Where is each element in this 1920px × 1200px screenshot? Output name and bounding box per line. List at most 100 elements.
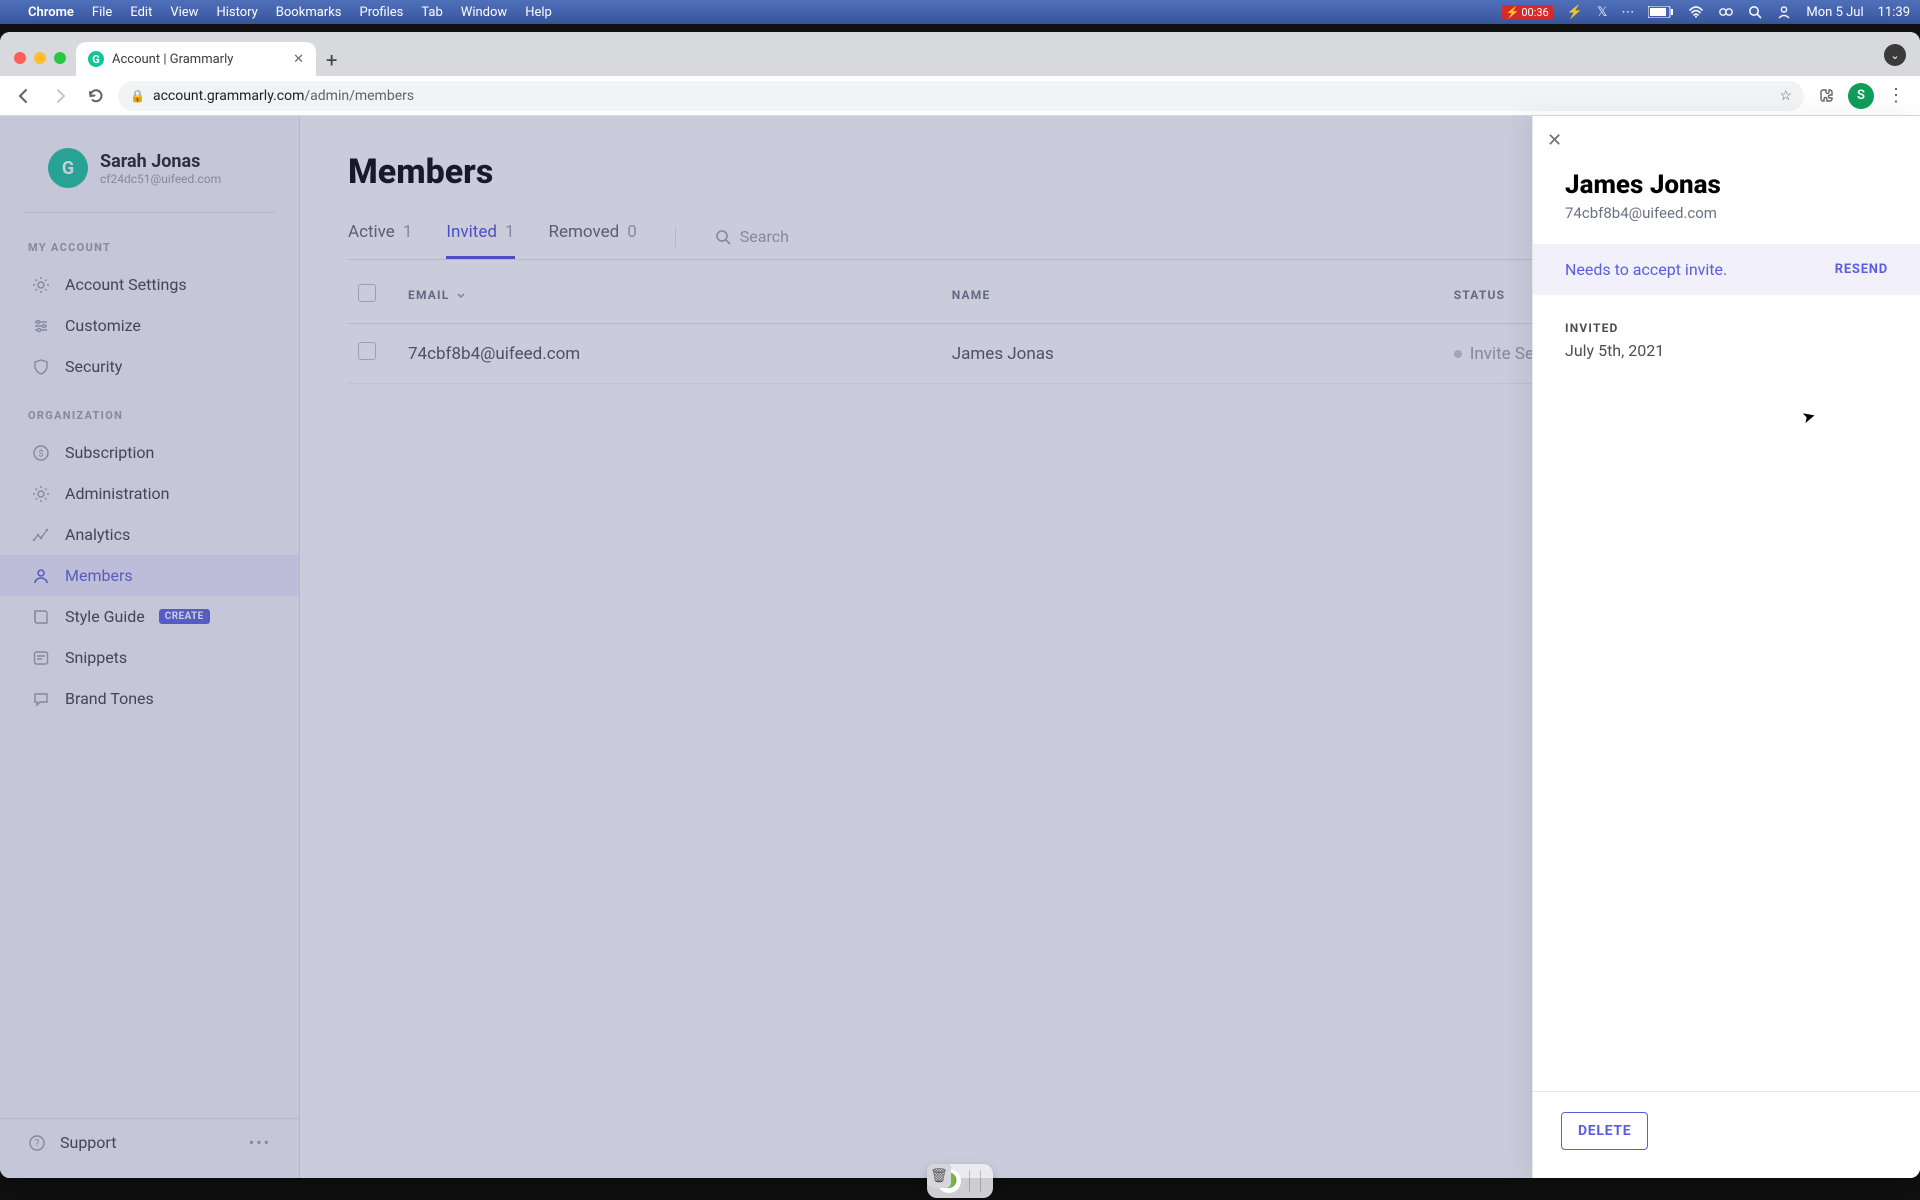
member-detail-drawer: ✕ James Jonas 74cbf8b4@uifeed.com Needs … — [1532, 116, 1920, 1178]
drawer-close-button[interactable]: ✕ — [1547, 130, 1562, 151]
mac-dock: 🔵 🟢 ① 📝 ⌁ 🌅 🖼 🗑 — [927, 1164, 993, 1198]
row-checkbox[interactable] — [358, 342, 376, 360]
sidebar-section-account: MY ACCOUNT — [0, 241, 299, 264]
sidebar-item-account-settings[interactable]: Account Settings — [0, 264, 299, 305]
window-close-button[interactable] — [14, 52, 26, 64]
sidebar-item-brand-tones[interactable]: Brand Tones — [0, 678, 299, 719]
mac-menu-view[interactable]: View — [170, 5, 198, 20]
sidebar-user-name: Sarah Jonas — [100, 151, 221, 172]
invited-label: INVITED — [1565, 321, 1888, 335]
sidebar-item-style-guide[interactable]: Style Guide CREATE — [0, 596, 299, 637]
users-icon[interactable] — [1776, 5, 1792, 19]
search-icon — [714, 228, 732, 246]
drawer-member-name: James Jonas — [1565, 170, 1888, 200]
sidebar-item-snippets[interactable]: Snippets — [0, 637, 299, 678]
more-icon[interactable]: ••• — [249, 1133, 271, 1152]
col-email[interactable]: EMAIL — [408, 288, 952, 302]
extensions-button[interactable] — [1812, 82, 1840, 110]
url-text: account.grammarly.com/admin/members — [153, 88, 414, 104]
sidebar-item-label: Customize — [65, 316, 141, 335]
mac-menu-help[interactable]: Help — [525, 5, 552, 20]
window-minimize-button[interactable] — [34, 52, 46, 64]
dollar-icon: $ — [31, 444, 51, 462]
chrome-menu-button[interactable]: ⋮ — [1882, 82, 1910, 110]
gear-icon — [31, 485, 51, 503]
sidebar-item-members[interactable]: Members — [0, 555, 299, 596]
sidebar-item-label: Snippets — [65, 648, 127, 667]
wifi-icon[interactable] — [1688, 6, 1704, 18]
analytics-icon — [31, 526, 51, 544]
member-search[interactable]: Search — [714, 227, 789, 246]
nav-reload-button[interactable] — [82, 82, 110, 110]
svg-text:?: ? — [35, 1138, 40, 1149]
tab-close-icon[interactable]: ✕ — [293, 52, 304, 67]
chrome-tabstrip: G Account | Grammarly ✕ + ⌄ — [0, 32, 1920, 76]
col-name[interactable]: NAME — [952, 288, 1454, 302]
sidebar-item-administration[interactable]: Administration — [0, 473, 299, 514]
sidebar-item-analytics[interactable]: Analytics — [0, 514, 299, 555]
mac-time[interactable]: 11:39 — [1878, 5, 1910, 20]
user-icon — [31, 567, 51, 585]
tab-overflow-button[interactable]: ⌄ — [1884, 44, 1906, 66]
screen-record-indicator[interactable]: ⚡00:36 — [1502, 5, 1553, 20]
mac-menu-history[interactable]: History — [216, 5, 257, 20]
mac-menu-bookmarks[interactable]: Bookmarks — [276, 5, 342, 20]
row-name: James Jonas — [952, 344, 1454, 364]
battery-status-icon[interactable] — [1648, 6, 1674, 18]
sidebar-item-label: Security — [65, 357, 122, 376]
new-tab-button[interactable]: + — [326, 50, 337, 70]
address-bar[interactable]: 🔒 account.grammarly.com/admin/members ☆ — [118, 81, 1804, 111]
sidebar-item-label: Style Guide — [65, 607, 145, 626]
dock-separator — [969, 1170, 970, 1192]
page-viewport: G Sarah Jonas cf24dc51@uifeed.com MY ACC… — [0, 116, 1920, 1178]
tab-favicon-icon: G — [88, 51, 104, 67]
sidebar-item-label: Subscription — [65, 443, 154, 462]
app-sidebar: G Sarah Jonas cf24dc51@uifeed.com MY ACC… — [0, 116, 300, 1178]
menubar-x-icon[interactable]: 𝕏 — [1597, 5, 1607, 20]
mac-date[interactable]: Mon 5 Jul — [1806, 5, 1863, 20]
bookmark-star-icon[interactable]: ☆ — [1779, 88, 1792, 104]
nav-back-button[interactable] — [10, 82, 38, 110]
sidebar-item-label: Account Settings — [65, 275, 187, 294]
tab-active[interactable]: Active1 — [348, 214, 412, 259]
drawer-member-email: 74cbf8b4@uifeed.com — [1565, 204, 1888, 222]
grammarly-logo-icon: G — [48, 148, 88, 188]
menubar-dots-icon[interactable]: ⋯ — [1621, 5, 1634, 20]
book-icon — [31, 608, 51, 626]
mac-menu-profiles[interactable]: Profiles — [360, 5, 404, 20]
mac-menu-edit[interactable]: Edit — [130, 5, 152, 20]
mac-app-name[interactable]: Chrome — [28, 5, 74, 20]
nav-forward-button[interactable] — [46, 82, 74, 110]
support-label: Support — [60, 1133, 116, 1152]
browser-tab[interactable]: G Account | Grammarly ✕ — [76, 42, 316, 76]
sidebar-item-subscription[interactable]: $ Subscription — [0, 432, 299, 473]
mac-menu-tab[interactable]: Tab — [421, 5, 442, 20]
chrome-profile-avatar[interactable]: S — [1848, 83, 1874, 109]
window-fullscreen-button[interactable] — [54, 52, 66, 64]
invite-notice-text: Needs to accept invite. — [1565, 260, 1727, 279]
sidebar-support[interactable]: ? Support ••• — [0, 1118, 299, 1166]
tab-removed[interactable]: Removed0 — [549, 214, 637, 259]
sidebar-item-label: Brand Tones — [65, 689, 154, 708]
sidebar-item-customize[interactable]: Customize — [0, 305, 299, 346]
select-all-checkbox[interactable] — [358, 284, 376, 302]
control-center-icon[interactable] — [1718, 6, 1734, 18]
tab-invited[interactable]: Invited1 — [446, 214, 514, 259]
sidebar-item-label: Analytics — [65, 525, 130, 544]
sidebar-user-email: cf24dc51@uifeed.com — [100, 172, 221, 186]
delete-member-button[interactable]: DELETE — [1561, 1112, 1648, 1150]
create-badge: CREATE — [159, 609, 210, 624]
gear-icon — [31, 276, 51, 294]
sidebar-item-security[interactable]: Security — [0, 346, 299, 387]
mac-menu-file[interactable]: File — [92, 5, 112, 20]
dock-app-trash[interactable]: 🗑 — [927, 1164, 951, 1188]
tabs-divider — [675, 227, 676, 247]
mac-menu-window[interactable]: Window — [461, 5, 507, 20]
window-controls — [14, 52, 66, 64]
sort-icon — [455, 289, 467, 301]
sliders-icon — [31, 317, 51, 335]
spotlight-icon[interactable] — [1748, 5, 1762, 19]
menubar-bolt-icon[interactable]: ⚡ — [1567, 5, 1583, 20]
resend-invite-button[interactable]: RESEND — [1835, 262, 1888, 277]
sidebar-user[interactable]: G Sarah Jonas cf24dc51@uifeed.com — [24, 148, 275, 213]
